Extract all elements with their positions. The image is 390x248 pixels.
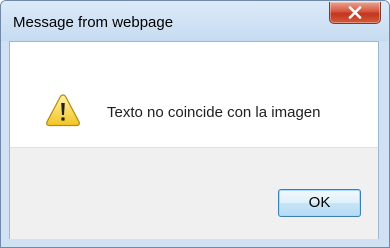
dialog-body: Texto no coincide con la imagen OK bbox=[9, 41, 379, 239]
close-button[interactable] bbox=[329, 2, 381, 24]
button-bar: OK bbox=[10, 147, 378, 239]
ok-button[interactable]: OK bbox=[278, 189, 361, 217]
dialog-title: Message from webpage bbox=[13, 14, 174, 31]
title-bar[interactable]: Message from webpage bbox=[1, 1, 389, 41]
message-dialog: Message from webpage Texto no coincide c… bbox=[0, 0, 390, 248]
close-icon bbox=[348, 6, 362, 19]
dialog-message: Texto no coincide con la imagen bbox=[107, 104, 321, 121]
warning-icon bbox=[46, 94, 80, 127]
